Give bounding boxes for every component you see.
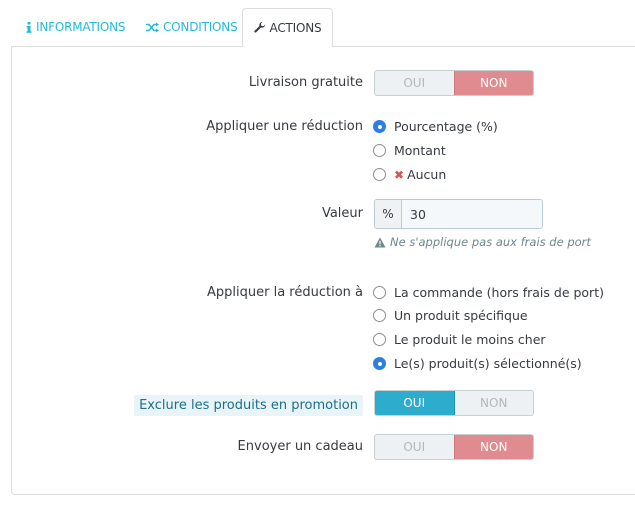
exclude-promo-label: Exclure les produits en promotion <box>134 395 363 416</box>
gift-yes[interactable]: OUI <box>375 435 454 459</box>
help-text: Ne s'applique pas aux frais de port <box>390 235 591 249</box>
radio-label: Le(s) produit(s) sélectionné(s) <box>394 356 582 371</box>
radio[interactable] <box>373 286 386 299</box>
radio[interactable] <box>373 168 386 181</box>
value-help: Ne s'applique pas aux frais de port <box>374 235 591 249</box>
discount-label: Appliquer une réduction <box>206 119 363 134</box>
free-shipping-yes[interactable]: OUI <box>375 71 454 95</box>
discount-option-amount[interactable]: Montant <box>373 143 446 158</box>
gift-switch[interactable]: OUI NON <box>374 434 534 460</box>
percent-addon: % <box>375 200 402 228</box>
radio-checked[interactable] <box>373 357 386 370</box>
apply-to-cheapest-product[interactable]: Le produit le moins cher <box>373 332 546 347</box>
radio[interactable] <box>373 144 386 157</box>
tab-informations[interactable]: INFORMATIONS <box>26 8 126 46</box>
wrench-icon <box>253 22 266 34</box>
free-shipping-switch[interactable]: OUI NON <box>374 70 534 96</box>
tab-label: INFORMATIONS <box>36 20 126 34</box>
exclude-promo-yes[interactable]: OUI <box>375 391 455 415</box>
radio-label: Pourcentage (%) <box>394 119 498 134</box>
gift-label: Envoyer un cadeau <box>237 439 363 454</box>
gift-no[interactable]: NON <box>453 435 533 459</box>
radio-label: Le produit le moins cher <box>394 332 546 347</box>
apply-to-label: Appliquer la réduction à <box>207 285 363 300</box>
tab-label: CONDITIONS <box>163 20 238 34</box>
value-input[interactable]: 30 <box>402 200 542 228</box>
actions-panel <box>11 46 635 495</box>
radio-label: Un produit spécifique <box>394 308 528 323</box>
warning-icon <box>374 237 386 248</box>
info-icon <box>26 21 32 33</box>
apply-to-order[interactable]: La commande (hors frais de port) <box>373 285 604 300</box>
shuffle-icon <box>146 22 159 33</box>
radio[interactable] <box>373 309 386 322</box>
tab-actions[interactable]: ACTIONS <box>242 8 333 47</box>
tab-label: ACTIONS <box>269 21 322 35</box>
radio-label: Aucun <box>407 167 447 182</box>
exclude-promo-no[interactable]: NON <box>455 391 534 415</box>
radio[interactable] <box>373 333 386 346</box>
discount-option-none[interactable]: ✖ Aucun <box>373 167 446 182</box>
discount-option-percentage[interactable]: Pourcentage (%) <box>373 119 498 134</box>
value-input-group: % 30 <box>374 199 543 229</box>
value-label: Valeur <box>321 206 363 221</box>
radio-checked[interactable] <box>373 120 386 133</box>
exclude-promo-switch[interactable]: OUI NON <box>374 390 534 416</box>
close-icon: ✖ <box>394 167 405 182</box>
tab-bar: INFORMATIONS CONDITIONS ACTIONS <box>0 0 635 47</box>
apply-to-selected-products[interactable]: Le(s) produit(s) sélectionné(s) <box>373 356 582 371</box>
tab-conditions[interactable]: CONDITIONS <box>146 8 238 46</box>
radio-label: Montant <box>394 143 446 158</box>
apply-to-specific-product[interactable]: Un produit spécifique <box>373 308 528 323</box>
free-shipping-no[interactable]: NON <box>453 71 533 95</box>
radio-label: La commande (hors frais de port) <box>394 285 604 300</box>
free-shipping-label: Livraison gratuite <box>248 75 363 90</box>
